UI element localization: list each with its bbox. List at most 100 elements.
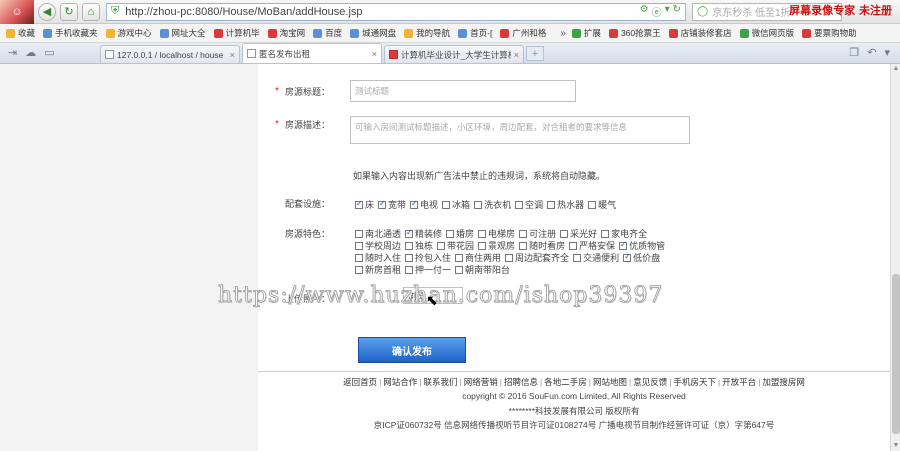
- checkbox[interactable]: [355, 229, 363, 238]
- new-tab-button[interactable]: +: [526, 46, 544, 61]
- checkbox-option[interactable]: 采光好: [560, 228, 597, 239]
- scroll-down-icon[interactable]: ▼: [891, 441, 900, 451]
- checkbox-option[interactable]: 家电齐全: [601, 228, 647, 239]
- checkbox-option[interactable]: 优质物管: [619, 240, 665, 251]
- browser-mode-icon[interactable]: ⓔ: [652, 4, 662, 19]
- bookmark-item[interactable]: 广州和格: [500, 27, 546, 39]
- footer-link[interactable]: 网站合作: [383, 377, 417, 387]
- bookmark-item[interactable]: 要票购物助: [802, 27, 857, 39]
- scroll-thumb[interactable]: [892, 274, 900, 434]
- sidebar-toggle-icon[interactable]: ⇥: [8, 46, 17, 59]
- checkbox-option[interactable]: 景观房: [478, 240, 515, 251]
- checkbox[interactable]: [455, 265, 464, 274]
- checkbox[interactable]: [355, 199, 363, 209]
- undo-icon[interactable]: ↶: [867, 46, 876, 59]
- back-button[interactable]: ◀: [38, 2, 56, 21]
- checkbox[interactable]: [515, 200, 524, 209]
- scroll-up-icon[interactable]: ▲: [891, 64, 900, 74]
- browser-tab[interactable]: 计算机毕业设计_大学生计算机 ×: [384, 45, 524, 63]
- submit-button[interactable]: 确认发布: [358, 337, 466, 363]
- checkbox-option[interactable]: 宽带: [378, 199, 406, 210]
- checkbox-option[interactable]: 随时看房: [519, 240, 565, 251]
- cloud-icon[interactable]: ☁: [25, 46, 36, 59]
- checkbox-option[interactable]: 南北通透: [355, 228, 401, 239]
- bookmark-item[interactable]: 微信网页版: [739, 27, 794, 39]
- footer-link[interactable]: 各地二手房: [544, 377, 587, 387]
- checkbox-option[interactable]: 商住两用: [455, 252, 501, 263]
- checkbox[interactable]: [355, 241, 363, 250]
- checkbox-option[interactable]: 精装修: [405, 228, 442, 239]
- checkbox[interactable]: [588, 200, 597, 209]
- browser-tab[interactable]: 127.0.0.1 / localhost / house ×: [100, 45, 240, 63]
- footer-link[interactable]: 联系我们: [424, 377, 458, 387]
- checkbox-option[interactable]: 热水器: [547, 199, 584, 210]
- checkbox-option[interactable]: 空调: [515, 199, 543, 210]
- chevron-down-icon[interactable]: ▾: [884, 46, 890, 59]
- checkbox-option[interactable]: 可注册: [519, 228, 556, 239]
- footer-link[interactable]: 返回首页: [343, 377, 377, 387]
- dropdown-icon[interactable]: ▾: [665, 4, 670, 19]
- desc-textarea[interactable]: 可输入房间测试标题描述，小区环境，周边配套，对合租者的要求等信息: [350, 116, 690, 144]
- url-input[interactable]: ⛨ http://zhou-pc:8080/House/MoBan/addHou…: [106, 2, 686, 21]
- checkbox[interactable]: [446, 229, 455, 238]
- bookmark-item[interactable]: 网址大全: [159, 27, 206, 39]
- home-button[interactable]: ⌂: [82, 2, 100, 21]
- checkbox-option[interactable]: 暖气: [588, 199, 616, 210]
- close-icon[interactable]: ×: [372, 49, 377, 59]
- checkbox-option[interactable]: 床: [355, 199, 374, 210]
- bookmark-item[interactable]: 360抢票王: [608, 27, 661, 39]
- checkbox[interactable]: [560, 229, 569, 238]
- checkbox[interactable]: [405, 241, 414, 250]
- checkbox[interactable]: [478, 229, 487, 238]
- checkbox[interactable]: [519, 229, 528, 238]
- vertical-scrollbar[interactable]: ▲ ▼: [890, 64, 900, 451]
- checkbox[interactable]: [519, 241, 528, 250]
- checkbox[interactable]: [355, 253, 363, 262]
- checkbox[interactable]: [601, 229, 610, 238]
- checkbox[interactable]: [569, 241, 578, 250]
- checkbox[interactable]: [378, 199, 387, 209]
- checkbox[interactable]: [505, 253, 514, 262]
- footer-link[interactable]: 加盟搜房网: [762, 377, 805, 387]
- bookmark-item[interactable]: 百度: [313, 27, 342, 39]
- footer-link[interactable]: 手机房天下: [673, 377, 716, 387]
- reload-icon[interactable]: ↻: [673, 4, 681, 19]
- checkbox-option[interactable]: 拎包入住: [405, 252, 451, 263]
- footer-link[interactable]: 意见反馈: [633, 377, 667, 387]
- checkbox[interactable]: [437, 241, 446, 250]
- footer-link[interactable]: 网站地图: [593, 377, 627, 387]
- checkbox[interactable]: [405, 228, 414, 238]
- checkbox[interactable]: [410, 199, 419, 209]
- checkbox-option[interactable]: 朝南带阳台: [455, 264, 510, 275]
- footer-link[interactable]: 招聘信息: [504, 377, 538, 387]
- bookmark-item[interactable]: 收藏: [6, 27, 35, 39]
- bookmark-item[interactable]: 手机收藏夹: [43, 27, 98, 39]
- checkbox-option[interactable]: 低价盘: [623, 252, 660, 263]
- bookmark-item[interactable]: 店铺装修套店: [668, 27, 732, 39]
- checkbox-option[interactable]: 严格安保: [569, 240, 615, 251]
- checkbox[interactable]: [623, 252, 632, 262]
- checkbox-option[interactable]: 学校周边: [355, 240, 401, 251]
- bookmark-more-icon[interactable]: »: [560, 28, 566, 39]
- bookmark-item[interactable]: 游戏中心: [105, 27, 152, 39]
- user-avatar[interactable]: ☺: [0, 0, 34, 24]
- bookmark-item[interactable]: 扩展: [571, 27, 601, 39]
- checkbox-option[interactable]: 电视: [410, 199, 438, 210]
- checkbox[interactable]: [355, 265, 363, 274]
- bookmark-item[interactable]: 淘宝网: [267, 27, 305, 39]
- checkbox[interactable]: [478, 241, 487, 250]
- refresh-button[interactable]: ↻: [60, 2, 78, 21]
- close-icon[interactable]: ×: [514, 50, 519, 60]
- window-restore-icon[interactable]: ❐: [849, 46, 859, 59]
- footer-link[interactable]: 开放平台: [722, 377, 756, 387]
- checkbox[interactable]: [474, 200, 483, 209]
- checkbox[interactable]: [405, 253, 414, 262]
- checkbox-option[interactable]: 电梯房: [478, 228, 515, 239]
- checkbox-option[interactable]: 交通便利: [573, 252, 619, 263]
- bookmark-item[interactable]: 计算机毕: [213, 27, 260, 39]
- settings-icon[interactable]: ⚙: [640, 4, 649, 19]
- checkbox-option[interactable]: 独栋: [405, 240, 433, 251]
- checkbox-option[interactable]: 随时入住: [355, 252, 401, 263]
- bookmark-item[interactable]: 城通网盘: [350, 27, 396, 39]
- checkbox-option[interactable]: 新房首租: [355, 264, 401, 275]
